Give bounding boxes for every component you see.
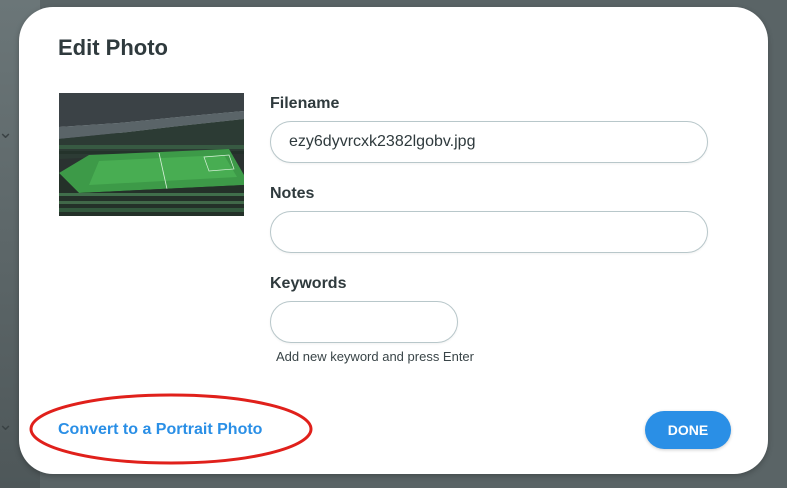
- filename-label: Filename: [270, 95, 340, 112]
- dialog-title: Edit Photo: [58, 35, 168, 60]
- chevron-down-icon: ⌄: [0, 122, 14, 143]
- done-button[interactable]: DONE: [645, 411, 731, 449]
- keywords-label: Keywords: [270, 275, 347, 292]
- edit-photo-dialog: Edit Photo Filename ezy6dyvrcxk2382lgobv…: [19, 7, 768, 474]
- convert-to-portrait-link[interactable]: Convert to a Portrait Photo: [58, 421, 262, 439]
- notes-field[interactable]: [270, 211, 708, 253]
- filename-field[interactable]: [270, 121, 708, 163]
- chevron-down-icon: ⌄: [0, 414, 14, 435]
- stadium-photo-icon: [59, 93, 244, 216]
- keywords-input[interactable]: [270, 301, 458, 343]
- photo-thumbnail: [59, 93, 244, 216]
- keywords-hint: Add new keyword and press Enter: [276, 349, 474, 364]
- notes-label: Notes: [270, 185, 315, 202]
